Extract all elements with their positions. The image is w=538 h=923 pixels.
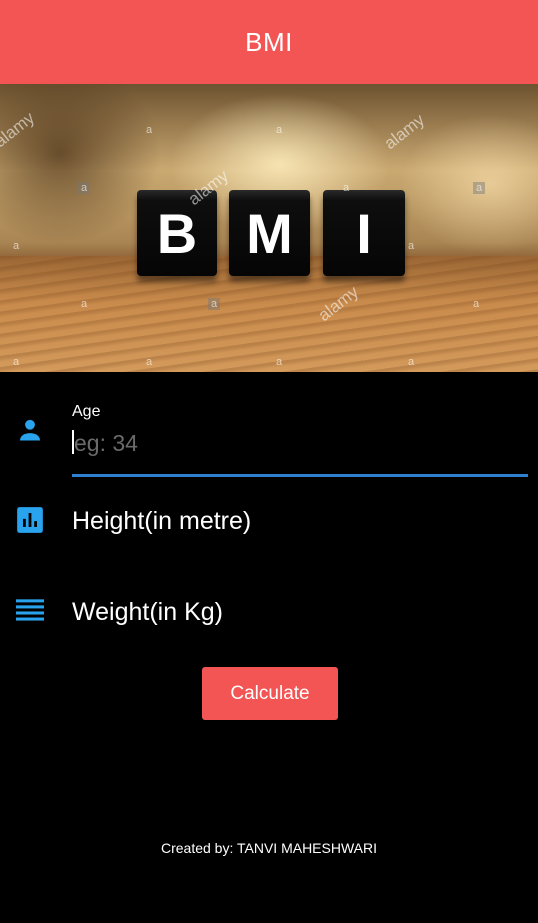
block-letter: M	[246, 201, 293, 265]
watermark-mark: a	[80, 298, 88, 310]
letter-block-i: I	[323, 190, 405, 276]
watermark-mark: a	[145, 356, 153, 368]
credit-text: Created by: TANVI MAHESHWARI	[160, 840, 377, 856]
watermark-mark: a	[473, 182, 485, 194]
watermark-mark: a	[407, 356, 415, 368]
bokeh-light	[0, 84, 160, 244]
watermark-mark: a	[342, 182, 350, 194]
age-input[interactable]	[72, 428, 529, 458]
watermark-mark: a	[407, 240, 415, 252]
watermark-mark: a	[78, 182, 90, 194]
bar-chart-icon	[16, 506, 44, 539]
height-field[interactable]: Height(in metre)	[72, 507, 251, 536]
age-input-underline	[72, 474, 528, 477]
watermark-mark: a	[12, 356, 20, 368]
bokeh-light	[400, 114, 538, 254]
weight-field[interactable]: Weight(in Kg)	[72, 598, 223, 627]
watermark-mark: a	[472, 298, 480, 310]
bmi-hero-image: B M I alamy alamy alamy alamy a a a a a …	[0, 84, 538, 372]
list-lines-icon	[16, 597, 44, 630]
letter-block-m: M	[229, 190, 310, 276]
watermark-mark: a	[208, 298, 220, 310]
app-title: BMI	[245, 26, 293, 57]
watermark-mark: a	[12, 240, 20, 252]
text-cursor	[72, 430, 74, 454]
calculate-button[interactable]: Calculate	[202, 667, 338, 720]
watermark-mark: a	[275, 356, 283, 368]
app-bar: BMI	[0, 0, 538, 84]
block-letter: B	[156, 201, 198, 265]
watermark-mark: a	[145, 124, 153, 136]
block-letter: I	[356, 201, 372, 265]
watermark-mark: a	[275, 124, 283, 136]
person-icon	[16, 416, 44, 449]
age-label: Age	[72, 403, 101, 420]
